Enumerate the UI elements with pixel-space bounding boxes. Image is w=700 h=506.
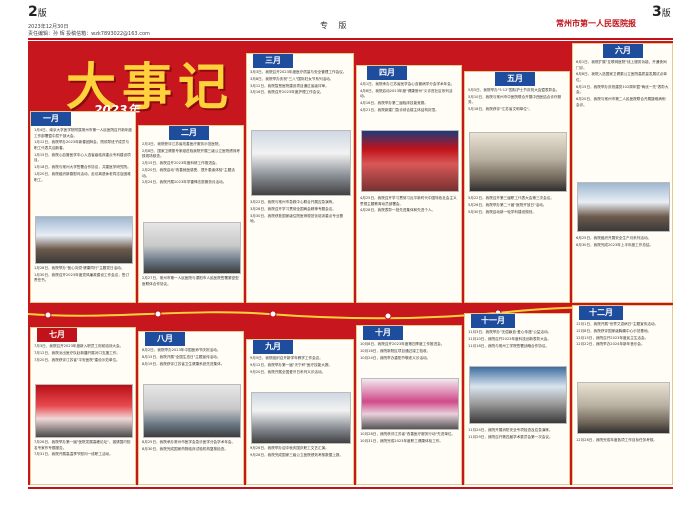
month-text-jun: 6月1日，我院扩展"互联网医院"线上服务功能，开通夜间门诊。 6月8日，我院入选…	[576, 60, 669, 107]
photo-mar	[251, 130, 351, 196]
month-card-aug: 八月 8月2日，我院举办2023年中国医师节庆祝活动。 8月15日，我院开展"全…	[138, 331, 244, 485]
month-card-jul: 七月 7月3日，我院召开2023年度新入职员工岗前培训大会。 7月12日，我院派…	[30, 327, 136, 485]
footer-rule	[28, 487, 673, 489]
editor-line: 责任编辑：孙 辉 投稿信箱：wzk7893022@163.com	[28, 31, 150, 37]
month-text-feb-2: 2月27日，常州市第一人民医院与溧阳市人民医院签署紧密型医联体合作协议。	[142, 276, 239, 286]
month-text-jul: 7月3日，我院召开2023年度新入职员工岗前培训大会。 7月12日，我院派出医疗…	[34, 344, 124, 362]
month-text-aug: 8月2日，我院举办2023年中国医师节庆祝活动。 8月15日，我院开展"全国生态…	[142, 348, 225, 366]
month-text-sep-2: 9月26日，我院举办迎中秋庆国庆职工文艺汇演。 9月28日，我院完成国家三级公立…	[250, 446, 344, 457]
photo-aug	[143, 384, 241, 438]
month-tab-jun: 六月	[603, 44, 643, 58]
month-tab-oct: 十月	[363, 326, 403, 340]
month-tab-feb: 二月	[169, 126, 209, 140]
month-text-jul-2: 7月26日，我院举办第一届"医院发展高峰论坛"，邀请国内知名专家作专题报告。 7…	[34, 440, 131, 457]
photo-jun	[577, 182, 670, 232]
month-card-sep: 九月 9月5日，我院组织召开新学年教学工作会议。 9月12日，我院举办第一届"天…	[246, 339, 354, 485]
right-page-number: 3版	[652, 4, 671, 20]
month-text-feb: 2月3日，我院获评江苏省改善医疗服务示范医院。 2月8日，国家卫健委专家组莅临我…	[142, 142, 241, 185]
photo-sep	[251, 392, 351, 444]
month-text-sep: 9月5日，我院组织召开新学年教学工作会议。 9月12日，我院举办第一届"天宁杯"…	[250, 356, 333, 374]
timeline-dot	[384, 312, 392, 320]
month-text-may-2: 5月22日，我院召开第三届职工代表大会第三次会议。 5月26日，我院举办第二十届…	[468, 196, 554, 214]
month-card-dec: 十二月 12月1日，我院开展"世界艾滋病日"主题宣传活动。 12月8日，我院获评…	[572, 305, 673, 485]
month-card-may: 五月 5月5日，我院举办"5·12"国际护士节庆祝大会暨表彰会。 5月10日，我…	[464, 71, 570, 303]
month-text-nov-2: 11月24日，我院开展消防安全专项检查及应急演练。 11月29日，我院召开第四届…	[468, 428, 553, 439]
month-text-may: 5月5日，我院举办"5·12"国际护士节庆祝大会暨表彰会。 5月10日，我院与常…	[468, 88, 562, 112]
photo-dec	[577, 382, 670, 434]
timeline-dot	[269, 310, 277, 318]
timeline-poster: 大事记 2023年 一月 1月4日，南京大学医学院附属常州市第一人民医院召开新年…	[28, 41, 673, 485]
timeline-dot	[44, 311, 52, 319]
month-card-oct: 十月 10月8日，我院召开2023年度第四季度工作推进会。 10月16日，我院新…	[356, 325, 462, 485]
month-tab-may: 五月	[495, 72, 535, 86]
month-tab-sep: 九月	[253, 340, 293, 354]
month-text-nov: 11月3日，我院举办"无偿献血·爱心传递"公益活动。 11月10日，我院召开20…	[468, 330, 552, 348]
photo-jul	[35, 384, 133, 438]
photo-oct	[361, 378, 459, 430]
poster-title: 大事记	[66, 57, 234, 116]
month-card-apr: 四月 4月1日，我院承办江苏省医学会心血管病学分会学术年会。 4月8日，我院启动…	[356, 65, 462, 303]
month-tab-jan: 一月	[31, 112, 71, 126]
photo-jan	[35, 216, 133, 264]
month-text-jan: 1月4日，南京大学医学院附属常州市第一人民医院召开新年度工作部署暨中层干部大会。…	[34, 128, 133, 182]
timeline-dot	[154, 310, 162, 318]
month-tab-apr: 四月	[367, 66, 407, 80]
month-text-apr: 4月1日，我院承办江苏省医学会心血管病学分会学术年会。 4月8日，我院启动202…	[360, 82, 455, 112]
month-tab-dec: 十二月	[579, 306, 623, 320]
masthead: 常州市第一人民医院报	[556, 19, 636, 28]
section-name: 专 版	[320, 21, 351, 30]
month-card-nov: 十一月 11月3日，我院举办"无偿献血·爱心传递"公益活动。 11月10日，我院…	[464, 313, 570, 485]
header-rule	[28, 38, 673, 40]
page-header: 2版 2023年12月30日 责任编辑：孙 辉 投稿信箱：wzk7893022@…	[0, 0, 700, 44]
month-card-mar: 三月 3月3日，我院召开2023年度医疗质量与安全管理工作会议。 3月8日，我院…	[246, 53, 354, 303]
month-text-oct-2: 10月28日，我院获评江苏省"改善医疗服务行动"先进单位。 10月31日，我院完…	[360, 432, 456, 443]
left-page-number: 2版	[28, 4, 47, 20]
month-card-feb: 二月 2月3日，我院获评江苏省改善医疗服务示范医院。 2月8日，国家卫健委专家组…	[138, 125, 244, 303]
month-text-dec-2: 12月28日，我院完成年度各项工作目标任务考核。	[576, 438, 658, 442]
month-text-mar: 3月3日，我院召开2023年度医疗质量与安全管理工作会议。 3月8日，我院举办庆…	[250, 70, 347, 95]
month-tab-aug: 八月	[145, 332, 185, 346]
photo-feb	[143, 222, 241, 274]
month-text-aug-2: 8月25日，我院承办常州市医学会急诊医学分会学术年会。 8月30日，我院完成国家…	[142, 440, 236, 451]
month-tab-jul: 七月	[37, 328, 77, 342]
month-text-jun-2: 6月25日，我院组织开展安全生产月系列活动。 6月30日，我院完成2023年上半…	[576, 236, 654, 247]
month-card-jan: 一月 1月4日，南京大学医学院附属常州市第一人民医院召开新年度工作部署暨中层干部…	[30, 111, 136, 303]
month-tab-nov: 十一月	[471, 314, 515, 328]
month-card-jun: 六月 6月1日，我院扩展"互联网医院"线上服务功能，开通夜间门诊。 6月8日，我…	[572, 43, 673, 303]
photo-nov	[469, 366, 567, 424]
photo-apr	[361, 130, 459, 192]
photo-may	[469, 132, 567, 192]
issue-date: 2023年12月30日	[28, 24, 69, 30]
month-tab-mar: 三月	[253, 54, 293, 68]
month-text-dec: 12月1日，我院开展"世界艾滋病日"主题宣传活动。 12月8日，我院获评国家级胸…	[576, 322, 659, 347]
header-meta: 2023年12月30日 责任编辑：孙 辉 投稿信箱：wzk7893022@163…	[28, 24, 150, 38]
month-text-oct: 10月8日，我院召开2023年度第四季度工作推进会。 10月16日，我院新院区项…	[360, 342, 445, 360]
month-text-apr-2: 4月25日，我院召开学习贯彻习近平新时代中国特色社会主义思想主题教育动员部署会。…	[360, 196, 457, 213]
month-text-jan-2: 1月28日，我院举办"医心向党·健康同行"主题党日活动。 1月30日，我院召开2…	[34, 266, 130, 283]
month-text-mar-2: 3月22日，我院与常州市急救中心联合开展应急演练。 3月28日，我院召开学习贯彻…	[250, 200, 344, 224]
